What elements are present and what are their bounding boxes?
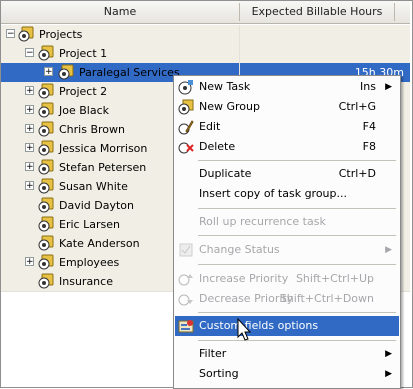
submenu-arrow-icon: ▶: [385, 369, 392, 379]
task-group-icon: [18, 26, 34, 42]
tree-item-label: Insurance: [59, 275, 113, 288]
context-menu: New Task Ins ▶ New Group Ctrl+G Edit F4 …: [173, 75, 401, 389]
task-group-icon: [38, 273, 54, 289]
submenu-arrow-icon: ▶: [385, 245, 392, 255]
new-group-icon: [178, 99, 194, 115]
menu-separator: [198, 264, 396, 265]
task-group-icon: [38, 121, 54, 137]
column-name-header[interactable]: Name: [1, 1, 239, 23]
task-group-icon: [38, 159, 54, 175]
tree-item-label: Project 2: [59, 85, 108, 98]
column-separator[interactable]: [394, 3, 395, 21]
expand-toggle[interactable]: +: [25, 105, 34, 115]
tree-item-label: Project 1: [59, 47, 108, 60]
expand-toggle[interactable]: +: [25, 162, 34, 172]
increase-priority-icon: [178, 271, 194, 287]
submenu-arrow-icon: ▶: [385, 82, 392, 92]
task-group-icon: [58, 64, 74, 80]
menu-item-custom-fields-options[interactable]: Custom fields options: [175, 316, 399, 336]
tree-item-label: Kate Anderson: [59, 237, 140, 250]
tree-item-label: Joe Black: [59, 104, 109, 117]
expand-toggle[interactable]: +: [25, 143, 34, 153]
menu-item-change-status[interactable]: Change Status ▶: [175, 240, 399, 260]
task-group-icon: [38, 83, 54, 99]
menu-item-decrease-priority[interactable]: Decrease Priority Shift+Ctrl+Down: [175, 289, 399, 309]
task-group-icon: [38, 197, 54, 213]
tree-item-label: Stefan Petersen: [59, 161, 147, 174]
task-group-icon: [38, 45, 54, 61]
task-group-icon: [38, 235, 54, 251]
expand-toggle[interactable]: +: [44, 67, 53, 77]
change-status-icon: [178, 242, 194, 258]
expand-toggle[interactable]: +: [25, 181, 34, 191]
collapse-toggle[interactable]: −: [6, 29, 15, 39]
submenu-arrow-icon: ▶: [385, 349, 392, 359]
tree-row-projects[interactable]: − Projects: [1, 25, 410, 45]
tree-item-label: Projects: [39, 28, 83, 41]
task-group-icon: [38, 140, 54, 156]
menu-separator: [198, 160, 396, 161]
edit-icon: [178, 119, 194, 135]
task-group-icon: [38, 216, 54, 232]
expand-toggle[interactable]: +: [25, 86, 34, 96]
tree-item-label: Susan White: [59, 180, 128, 193]
tree-item-label: Paralegal Services: [79, 66, 180, 79]
menu-separator: [198, 312, 396, 313]
new-task-icon: [178, 79, 194, 95]
menu-separator: [198, 340, 396, 341]
menu-item-increase-priority[interactable]: Increase Priority Shift+Ctrl+Up: [175, 269, 399, 289]
tree-item-label: Chris Brown: [59, 123, 125, 136]
tree-item-label: Employees: [59, 256, 120, 269]
expand-toggle[interactable]: +: [25, 257, 34, 267]
menu-item-duplicate[interactable]: Duplicate Ctrl+D: [175, 164, 399, 184]
menu-item-new-task[interactable]: New Task Ins ▶: [175, 77, 399, 97]
menu-item-new-group[interactable]: New Group Ctrl+G: [175, 97, 399, 117]
tree-item-label: Jessica Morrison: [59, 142, 148, 155]
decrease-priority-icon: [178, 291, 194, 307]
column-header: Name Expected Billable Hours: [1, 1, 410, 24]
task-group-icon: [38, 102, 54, 118]
menu-separator: [198, 235, 396, 236]
collapse-toggle[interactable]: −: [25, 48, 34, 58]
mouse-cursor-icon: [237, 317, 253, 347]
menu-separator: [198, 208, 396, 209]
tree-item-label: David Dayton: [59, 199, 134, 212]
column-hours-header[interactable]: Expected Billable Hours: [240, 1, 394, 23]
tree-row-project-1[interactable]: − Project 1: [1, 44, 410, 64]
expand-toggle[interactable]: +: [25, 124, 34, 134]
menu-item-filter[interactable]: Filter ▶: [175, 344, 399, 364]
tree-item-label: Eric Larsen: [59, 218, 120, 231]
menu-item-sorting[interactable]: Sorting ▶: [175, 364, 399, 384]
menu-item-edit[interactable]: Edit F4: [175, 117, 399, 137]
task-group-icon: [38, 254, 54, 270]
delete-icon: [178, 139, 194, 155]
task-group-icon: [38, 178, 54, 194]
custom-fields-icon: [178, 318, 194, 334]
menu-item-roll-up-recurrence[interactable]: Roll up recurrence task: [175, 212, 399, 232]
menu-item-delete[interactable]: Delete F8: [175, 137, 399, 157]
menu-item-insert-copy[interactable]: Insert copy of task group...: [175, 184, 399, 204]
